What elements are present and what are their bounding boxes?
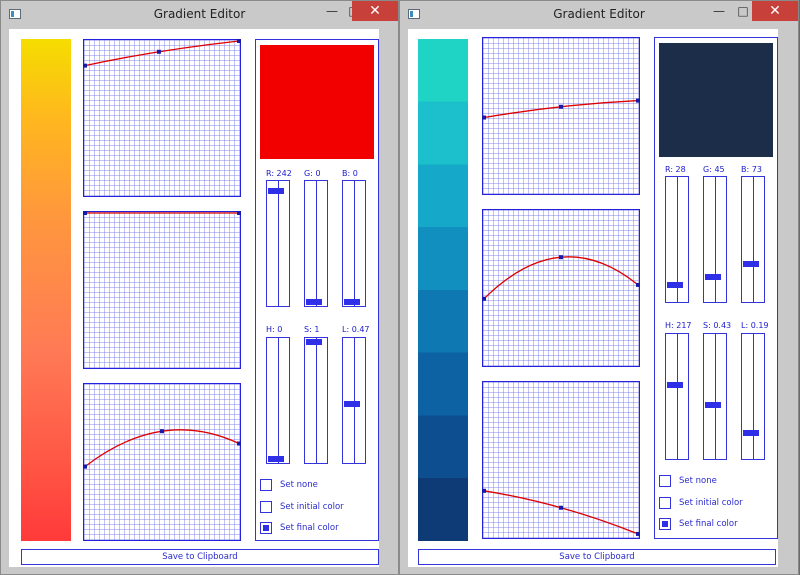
green-slider-thumb[interactable] xyxy=(705,273,721,280)
set-initial-color-checkbox[interactable] xyxy=(260,501,272,513)
close-button[interactable]: ✕ xyxy=(752,1,798,21)
hue-slider-thumb[interactable] xyxy=(268,456,284,462)
curve-graph-top[interactable] xyxy=(83,39,241,197)
curve-control-point[interactable] xyxy=(559,104,563,109)
set-none-label[interactable]: Set none xyxy=(280,480,318,490)
editor-client-area: R: 28 G: 45 B: 73 H: 217 S: 0.43 L: 0.19… xyxy=(408,29,778,567)
curve-line xyxy=(84,429,240,468)
set-final-color-checkbox[interactable] xyxy=(659,518,671,530)
lightness-slider[interactable] xyxy=(342,337,366,464)
curve-control-point[interactable] xyxy=(636,531,640,536)
title-bar[interactable]: Gradient Editor — □ ✕ xyxy=(400,1,798,29)
curve-control-point[interactable] xyxy=(83,464,87,469)
lightness-slider-thumb[interactable] xyxy=(743,429,759,436)
curve-control-point[interactable] xyxy=(156,49,161,54)
editor-client-area: R: 242 G: 0 B: 0 H: 0 S: 1 L: 0.47 Set n… xyxy=(9,29,379,567)
color-swatch xyxy=(260,45,374,159)
curve-control-point[interactable] xyxy=(482,488,486,493)
gradient-editor-window-right: Gradient Editor — □ ✕ R: 28 G: 45 B: 73 … xyxy=(399,0,799,575)
curve-control-point[interactable] xyxy=(83,211,87,215)
set-final-color-label[interactable]: Set final color xyxy=(679,519,738,529)
curve-control-point[interactable] xyxy=(237,39,241,43)
curve-line xyxy=(483,490,639,535)
set-none-checkbox[interactable] xyxy=(260,479,272,491)
lightness-slider[interactable] xyxy=(741,333,765,460)
set-initial-color-label[interactable]: Set initial color xyxy=(679,498,743,508)
saturation-slider-thumb[interactable] xyxy=(306,339,322,345)
saturation-label: S: 0.43 xyxy=(703,321,732,330)
curve-graph-bottom[interactable] xyxy=(83,383,241,541)
curve-control-point[interactable] xyxy=(160,429,164,434)
red-label: R: 242 xyxy=(266,169,292,178)
red-slider-thumb[interactable] xyxy=(667,282,683,289)
lightness-slider-thumb[interactable] xyxy=(344,401,360,407)
gradient-preview-bar xyxy=(21,39,71,541)
curve-graph-top[interactable] xyxy=(482,37,640,195)
minimize-button[interactable]: — xyxy=(706,1,732,21)
red-slider[interactable] xyxy=(266,180,290,307)
blue-label: B: 0 xyxy=(342,169,358,178)
blue-slider-thumb[interactable] xyxy=(344,299,360,305)
red-slider-thumb[interactable] xyxy=(268,187,284,194)
curve-graph-middle[interactable] xyxy=(83,211,241,369)
set-initial-color-checkbox[interactable] xyxy=(659,497,671,509)
curve-graph-middle[interactable] xyxy=(482,209,640,367)
curve-control-point[interactable] xyxy=(482,296,486,301)
color-panel: R: 242 G: 0 B: 0 H: 0 S: 1 L: 0.47 Set n… xyxy=(255,39,379,541)
set-initial-color-label[interactable]: Set initial color xyxy=(280,502,344,512)
curve-control-point[interactable] xyxy=(237,211,241,215)
blue-label: B: 73 xyxy=(741,165,762,174)
curve-control-point[interactable] xyxy=(559,255,563,260)
saturation-label: S: 1 xyxy=(304,325,320,334)
save-to-clipboard-button[interactable]: Save to Clipboard xyxy=(21,549,379,565)
gradient-editor-window-left: Gradient Editor — □ ✕ R: 242 G: 0 B: 0 H… xyxy=(0,0,399,575)
green-label: G: 0 xyxy=(304,169,321,178)
save-to-clipboard-button[interactable]: Save to Clipboard xyxy=(418,549,776,565)
curve-graph-bottom[interactable] xyxy=(482,381,640,539)
blue-slider-thumb[interactable] xyxy=(743,261,759,268)
red-slider[interactable] xyxy=(665,176,689,303)
saturation-slider-thumb[interactable] xyxy=(705,401,721,408)
set-final-color-label[interactable]: Set final color xyxy=(280,523,339,533)
curve-control-point[interactable] xyxy=(636,98,640,103)
color-swatch xyxy=(659,43,773,157)
curve-control-point[interactable] xyxy=(559,505,563,510)
hue-label: H: 217 xyxy=(665,321,692,330)
hue-slider[interactable] xyxy=(665,333,689,460)
hue-slider-thumb[interactable] xyxy=(667,381,683,388)
saturation-slider[interactable] xyxy=(703,333,727,460)
saturation-slider[interactable] xyxy=(304,337,328,464)
close-button[interactable]: ✕ xyxy=(352,1,398,21)
green-slider-thumb[interactable] xyxy=(306,299,322,305)
blue-slider[interactable] xyxy=(342,180,366,307)
curve-line xyxy=(483,99,639,119)
set-none-checkbox[interactable] xyxy=(659,475,671,487)
hue-slider[interactable] xyxy=(266,337,290,464)
hue-label: H: 0 xyxy=(266,325,283,334)
green-label: G: 45 xyxy=(703,165,725,174)
curve-line xyxy=(483,256,639,300)
curve-control-point[interactable] xyxy=(237,441,241,446)
green-slider[interactable] xyxy=(703,176,727,303)
lightness-label: L: 0.19 xyxy=(741,321,769,330)
green-slider[interactable] xyxy=(304,180,328,307)
title-bar[interactable]: Gradient Editor — □ ✕ xyxy=(1,1,398,29)
curve-line xyxy=(84,40,240,67)
red-label: R: 28 xyxy=(665,165,686,174)
lightness-label: L: 0.47 xyxy=(342,325,370,334)
curve-control-point[interactable] xyxy=(83,63,87,68)
curve-control-point[interactable] xyxy=(636,282,640,287)
gradient-preview-bar xyxy=(418,39,468,541)
color-panel: R: 28 G: 45 B: 73 H: 217 S: 0.43 L: 0.19… xyxy=(654,37,778,539)
set-final-color-checkbox[interactable] xyxy=(260,522,272,534)
blue-slider[interactable] xyxy=(741,176,765,303)
curve-control-point[interactable] xyxy=(482,115,486,120)
set-none-label[interactable]: Set none xyxy=(679,476,717,486)
